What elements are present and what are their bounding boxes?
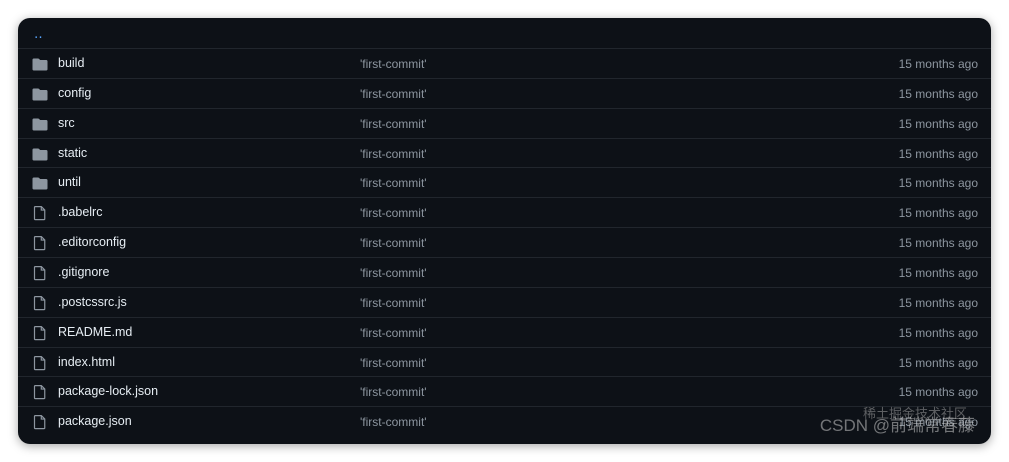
commit-message-link[interactable]: 'first-commit' [360, 147, 427, 161]
file-icon [32, 235, 48, 251]
commit-message-link[interactable]: 'first-commit' [360, 385, 427, 399]
commit-message-link[interactable]: 'first-commit' [360, 415, 427, 429]
folder-icon [32, 175, 48, 191]
commit-age: 15 months ago [898, 385, 978, 400]
file-row[interactable]: README.md 'first-commit' 15 months ago [18, 316, 991, 347]
file-row[interactable]: package-lock.json 'first-commit' 15 months… [18, 376, 991, 406]
file-table: ‥ build'first-commit' 15 months ago config… [18, 18, 991, 444]
commit-message-link[interactable]: 'first-commit' [360, 266, 427, 280]
file-icon [32, 205, 48, 221]
file-name-link[interactable]: package.json [58, 414, 132, 428]
file-icon [32, 355, 48, 371]
file-name-link[interactable]: .gitignore [58, 265, 109, 279]
commit-age: 15 months ago [898, 415, 978, 430]
commit-age: 15 months ago [898, 206, 978, 221]
folder-name-link[interactable]: until [58, 175, 81, 189]
file-name-link[interactable]: package-lock.json [58, 384, 158, 398]
file-row[interactable]: .gitignore 'first-commit' 15 months ago [18, 256, 991, 287]
folder-icon [32, 56, 48, 72]
file-name-link[interactable]: .postcssrc.js [58, 295, 127, 309]
file-row[interactable]: src 'first-commit' 15 months ago [18, 107, 991, 138]
file-row[interactable]: package.json 'first-commit' 15 months ago [18, 406, 991, 436]
commit-age: 15 months ago [898, 355, 978, 370]
folder-name-link[interactable]: src [58, 116, 75, 130]
folder-name-link[interactable]: static [58, 146, 87, 160]
commit-age: 15 months ago [898, 176, 978, 191]
file-row[interactable]: until 'first-commit' 15 months ago [18, 167, 991, 197]
folder-icon [32, 86, 48, 102]
file-name-link[interactable]: .editorconfig [58, 235, 126, 249]
commit-age: 15 months ago [898, 146, 978, 161]
commit-message-link[interactable]: 'first-commit' [360, 206, 427, 220]
folder-icon [32, 116, 48, 132]
commit-age: 15 months ago [898, 57, 978, 71]
commit-age: 15 months ago [898, 295, 978, 310]
file-name-link[interactable]: README.md [58, 325, 132, 339]
file-row[interactable]: build 'first-commit' 15 months ago [18, 48, 991, 78]
file-icon [32, 295, 48, 311]
commit-age: 15 months ago [898, 265, 978, 280]
file-row[interactable]: .postcssrc.js 'first-commit' 15 months ago [18, 286, 991, 317]
file-row[interactable]: .editorconfig 'first-commit' 15 months ago [18, 227, 991, 257]
file-row[interactable]: .babelrc 'first-commit' 15 months ago [18, 197, 991, 227]
commit-message-link[interactable]: 'first-commit' [360, 236, 427, 250]
commit-message-link[interactable]: 'first-commit' [360, 326, 427, 340]
commit-message-link[interactable]: 'first-commit' [360, 176, 427, 190]
file-name-link[interactable]: index.html [58, 355, 115, 369]
parent-directory-link[interactable]: ‥ [34, 26, 44, 42]
file-icon [32, 265, 48, 281]
commit-message-link[interactable]: 'first-commit' [360, 356, 427, 370]
file-row[interactable]: config 'first-commit' 15 months ago [18, 77, 991, 108]
file-icon [32, 325, 48, 341]
commit-message-link[interactable]: 'first-commit' [360, 117, 427, 131]
commit-age: 15 months ago [898, 325, 978, 340]
file-row[interactable]: index.html 'first-commit' 15 months ago [18, 346, 991, 377]
commit-age: 15 months ago [898, 116, 978, 131]
folder-icon [32, 146, 48, 162]
folder-name-link[interactable]: build [58, 56, 84, 70]
commit-message-link[interactable]: 'first-commit' [360, 57, 427, 71]
file-browser-window: ‥ build'first-commit' 15 months ago config… [18, 18, 991, 444]
commit-age: 15 months ago [898, 236, 978, 251]
commit-age: 15 months ago [898, 86, 978, 101]
parent-directory-row[interactable]: ‥ [18, 18, 991, 47]
file-icon [32, 384, 48, 400]
file-name-link[interactable]: .babelrc [58, 205, 102, 219]
file-icon [32, 414, 48, 430]
commit-message-link[interactable]: 'first-commit' [360, 87, 427, 101]
folder-name-link[interactable]: config [58, 86, 91, 100]
file-row[interactable]: static 'first-commit' 15 months ago [18, 137, 991, 168]
commit-message-link[interactable]: 'first-commit' [360, 296, 427, 310]
